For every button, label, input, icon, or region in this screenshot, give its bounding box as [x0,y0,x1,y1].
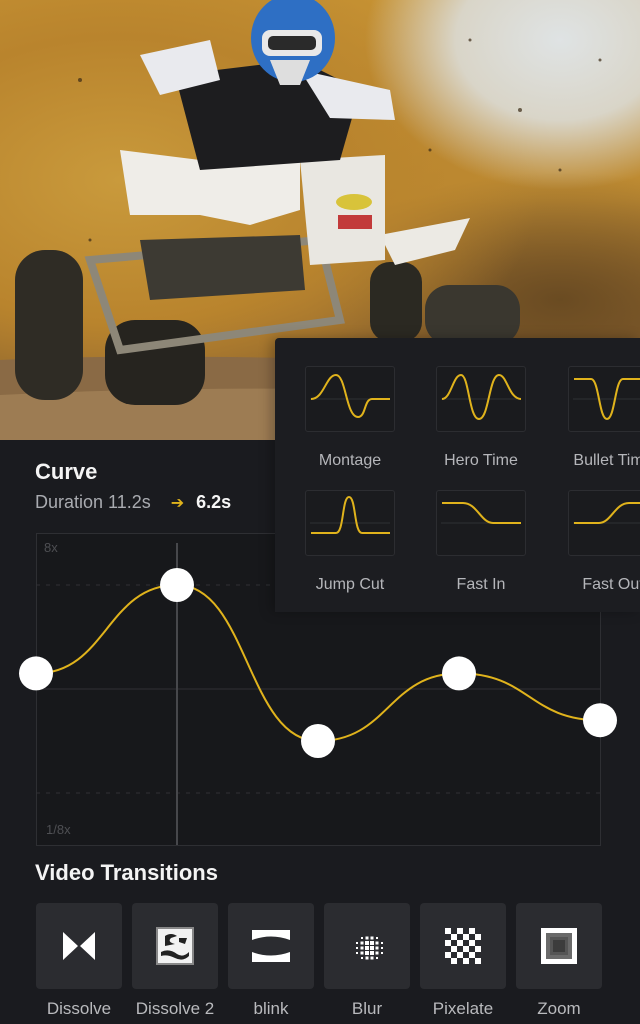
fast-out-curve-icon [573,502,640,524]
y-axis-min-label: 1/8x [46,822,71,837]
preset-fast-out[interactable]: Fast Out [558,490,640,594]
pixelate-icon [445,928,481,964]
preset-hero-time[interactable]: Hero Time [426,366,536,470]
transition-zoom[interactable]: Zoom [516,903,602,1019]
curve-control-point[interactable] [301,724,335,758]
preset-bullet-time[interactable]: Bullet Time [558,366,640,470]
transition-pixelate[interactable]: Pixelate [420,903,506,1019]
blur-icon [356,936,383,960]
dissolve-icon [63,932,95,960]
dissolve-2-icon [156,927,194,965]
transition-dissolve[interactable]: Dissolve [36,903,122,1019]
bullet-time-curve-icon [573,378,640,421]
montage-curve-icon [310,373,390,419]
transition-blur[interactable]: Blur [324,903,410,1019]
video-transitions-title: Video Transitions [35,860,218,885]
blink-icon [252,930,290,962]
new-duration: 6.2s [196,492,232,512]
y-axis-max-label: 8x [44,540,58,555]
fast-in-curve-icon [441,502,521,524]
duration-readout: Duration 11.2s ➔ 6.2s [35,492,231,513]
curve-title: Curve [35,459,98,484]
preset-jump-cut[interactable]: Jump Cut [295,490,405,594]
transition-blink[interactable]: blink [228,903,314,1019]
curve-control-point[interactable] [583,703,617,738]
transition-dissolve-2[interactable]: Dissolve 2 [132,903,218,1019]
curve-control-point[interactable] [19,656,53,691]
preset-montage[interactable]: Montage [295,366,405,470]
preset-fast-in[interactable]: Fast In [426,490,536,594]
jump-cut-curve-icon [310,495,390,534]
curve-presets-panel: Montage Hero Time Bullet Time Jump Cut [275,338,640,612]
zoom-icon [541,928,577,964]
arrow-right-icon: ➔ [170,494,185,512]
curve-control-point[interactable] [160,568,194,602]
hero-time-curve-icon [441,373,522,421]
transitions-list: Dissolve Dissolve 2 blink Blur Pixelate … [36,903,602,1019]
original-duration: Duration 11.2s [35,492,151,512]
curve-control-point[interactable] [442,656,476,691]
